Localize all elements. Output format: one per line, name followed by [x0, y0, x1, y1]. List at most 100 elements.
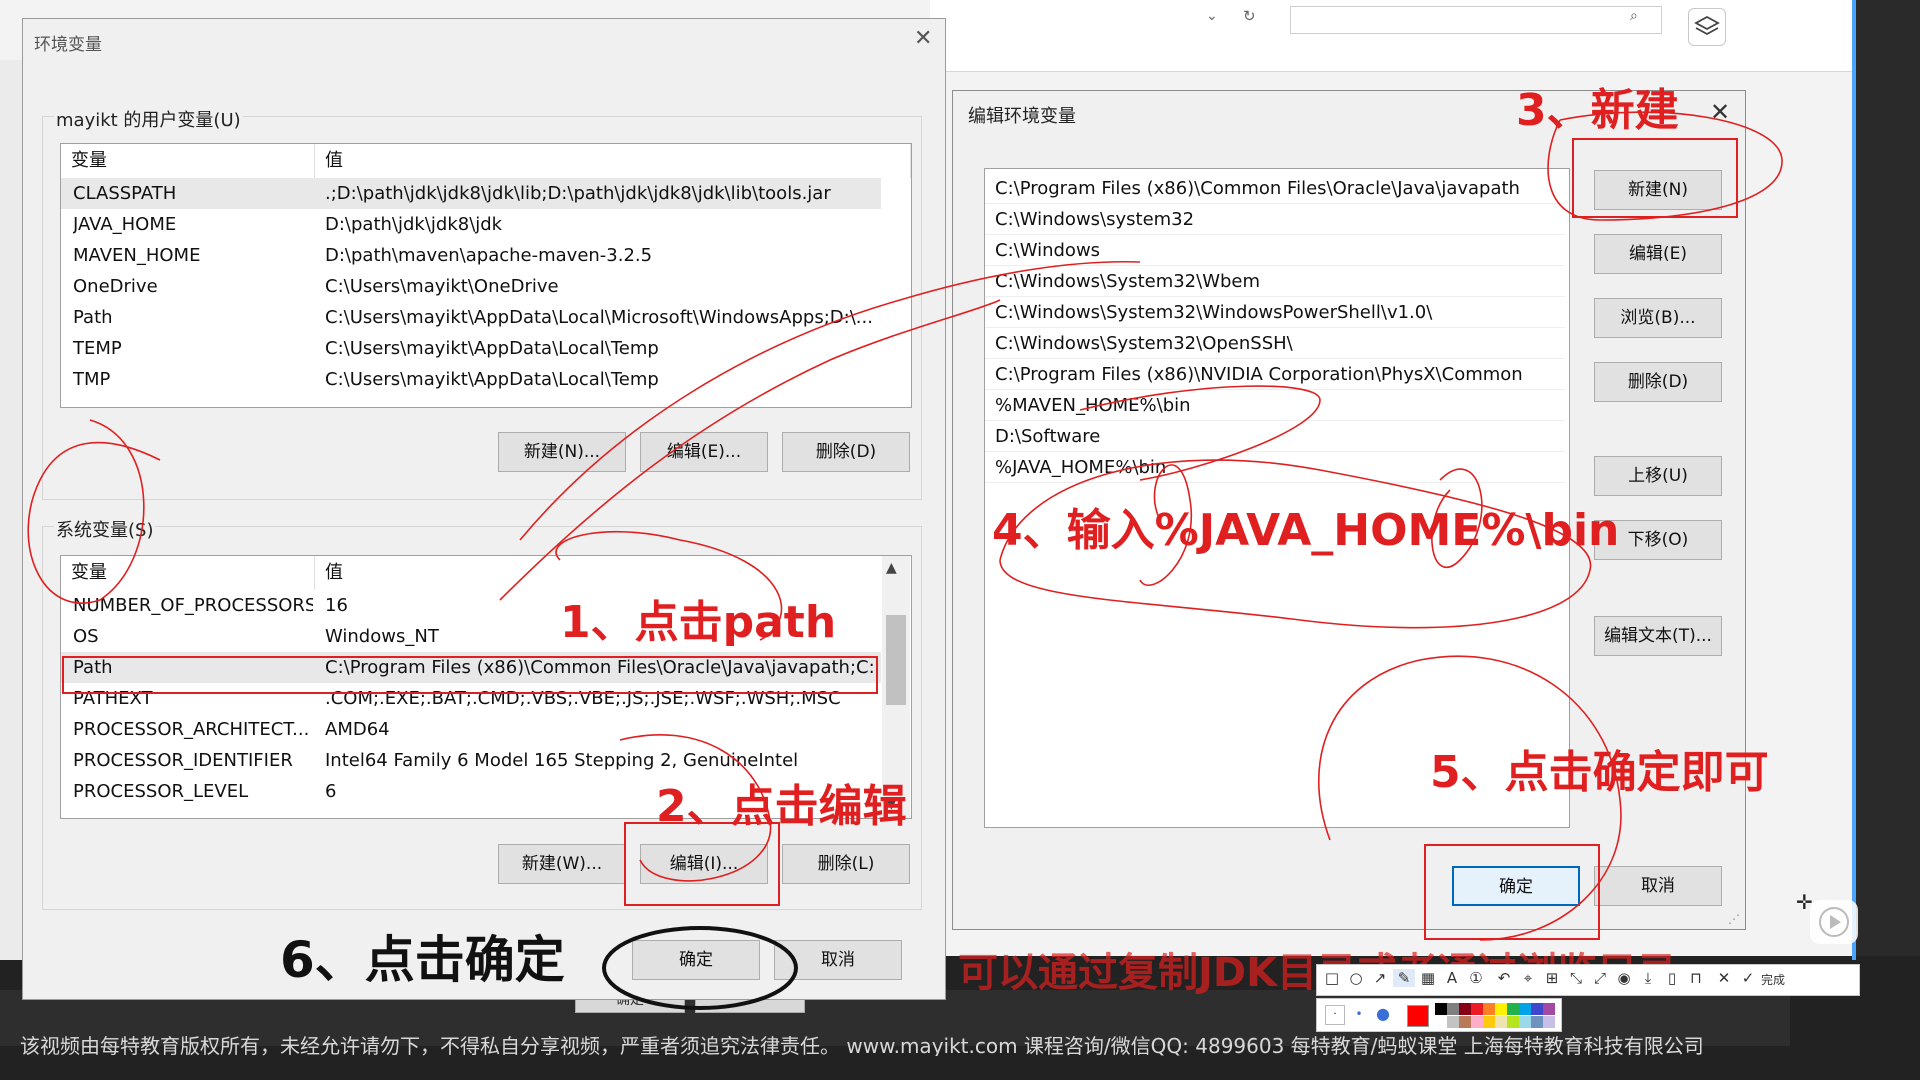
step1-annotation: 1、点击path	[560, 597, 837, 648]
move-up-button[interactable]: 上移(U)	[1594, 456, 1722, 496]
arrow-icon[interactable]: ↗	[1369, 969, 1391, 987]
edit-dialog-title: 编辑环境变量	[968, 106, 1076, 127]
user-delete-button[interactable]: 删除(D)	[782, 432, 910, 472]
color-swatch[interactable]	[1507, 1003, 1519, 1015]
current-color-swatch[interactable]	[1407, 1005, 1429, 1027]
table-row[interactable]: OneDrive C:\Users\mayikt\OneDrive	[61, 271, 881, 302]
user-vars-label: mayikt 的用户变量(U)	[54, 106, 243, 132]
list-item[interactable]: %MAVEN_HOME%\bin	[985, 390, 1565, 421]
color-swatch[interactable]	[1435, 1003, 1447, 1015]
pin-icon[interactable]: ⌖	[1517, 969, 1539, 987]
record-icon[interactable]: ◉	[1613, 969, 1635, 987]
color-swatch[interactable]	[1471, 1016, 1483, 1028]
color-swatch[interactable]	[1435, 1016, 1447, 1028]
column-header-value[interactable]: 值	[315, 556, 885, 590]
text-icon[interactable]: A	[1441, 969, 1463, 987]
user-vars-list[interactable]: 变量 值 CLASSPATH .;D:\path\jdk\jdk8\jdk\lib…	[60, 143, 912, 408]
resize-grip-icon[interactable]: ⋰	[1728, 912, 1740, 926]
color-swatch[interactable]	[1531, 1016, 1543, 1028]
bookmark-icon[interactable]: ⊓	[1685, 969, 1707, 987]
size-large-icon[interactable]: ●	[1373, 1005, 1393, 1025]
swatch-grid	[1435, 1003, 1557, 1029]
close-icon[interactable]: ✕	[1713, 969, 1735, 987]
color-swatch[interactable]	[1507, 1016, 1519, 1028]
color-swatch[interactable]	[1519, 1003, 1531, 1015]
check-icon[interactable]: ✓	[1737, 969, 1759, 987]
sys-new-button[interactable]: 新建(W)...	[498, 844, 626, 884]
color-swatch[interactable]	[1483, 1003, 1495, 1015]
table-row[interactable]: TMP C:\Users\mayikt\AppData\Local\Temp	[61, 364, 881, 395]
play-icon[interactable]	[1810, 900, 1858, 944]
list-item[interactable]: C:\Windows\System32\OpenSSH\	[985, 328, 1565, 359]
undo-icon[interactable]: ↶	[1493, 969, 1515, 987]
list-item[interactable]: C:\Windows\system32	[985, 204, 1565, 235]
table-row[interactable]: MAVEN_HOME D:\path\maven\apache-maven-3.2…	[61, 240, 881, 271]
download-icon[interactable]: ⤓	[1637, 969, 1659, 987]
edit-browse-button[interactable]: 浏览(B)...	[1594, 298, 1722, 338]
highlight-ok-button	[1424, 844, 1600, 940]
color-swatch[interactable]	[1543, 1016, 1555, 1028]
edit-edit-button[interactable]: 编辑(E)	[1594, 234, 1722, 274]
step5-annotation: 5、点击确定即可	[1430, 747, 1769, 798]
layers-icon[interactable]	[1688, 8, 1726, 46]
screenshot-toolbar: □ ○ ↗ ✎ ▦ A ① ↶ ⌖ ⊞ ⤡ ⤢ ◉ ⤓ ▯ ⊓ ✕ ✓ 完成	[1316, 964, 1860, 996]
table-row[interactable]: TEMP C:\Users\mayikt\AppData\Local\Temp	[61, 333, 881, 364]
ellipse-icon[interactable]: ○	[1345, 969, 1367, 987]
column-header-name[interactable]: 变量	[61, 144, 315, 178]
translate-icon[interactable]: ⤢	[1589, 969, 1611, 987]
list-item[interactable]: D:\Software	[985, 421, 1565, 452]
edit-text-button[interactable]: 编辑文本(T)...	[1594, 616, 1722, 656]
env-cancel-button[interactable]: 取消	[774, 940, 902, 980]
user-new-button[interactable]: 新建(N)...	[498, 432, 626, 472]
color-swatch[interactable]	[1543, 1003, 1555, 1015]
ocr-icon[interactable]: ⊞	[1541, 969, 1563, 987]
table-row[interactable]: JAVA_HOME D:\path\jdk\jdk8\jdk	[61, 209, 881, 240]
highlight-path-row	[62, 656, 878, 694]
background-search-box[interactable]	[1290, 6, 1662, 34]
color-swatch[interactable]	[1459, 1016, 1471, 1028]
column-header-name[interactable]: 变量	[61, 556, 315, 590]
sys-delete-button[interactable]: 删除(L)	[782, 844, 910, 884]
list-item[interactable]: %JAVA_HOME%\bin	[985, 452, 1565, 483]
color-swatch[interactable]	[1519, 1016, 1531, 1028]
number-icon[interactable]: ①	[1465, 969, 1487, 987]
highlight-new-button	[1572, 138, 1738, 218]
close-icon[interactable]: ✕	[914, 26, 932, 51]
env-ok-button[interactable]: 确定	[632, 940, 760, 980]
edit-cancel-button[interactable]: 取消	[1594, 866, 1722, 906]
color-swatch[interactable]	[1495, 1003, 1507, 1015]
list-item[interactable]: C:\Windows\System32\Wbem	[985, 266, 1565, 297]
color-swatch[interactable]	[1447, 1003, 1459, 1015]
scrollbar-thumb[interactable]	[886, 615, 906, 705]
table-row[interactable]: Path C:\Users\mayikt\AppData\Local\Micros…	[61, 302, 881, 333]
list-item[interactable]: C:\Windows\System32\WindowsPowerShell\v1…	[985, 297, 1565, 328]
user-edit-button[interactable]: 编辑(E)...	[640, 432, 768, 472]
size-medium-icon[interactable]: •	[1349, 1005, 1369, 1025]
color-swatch[interactable]	[1459, 1003, 1471, 1015]
crosshair-cursor-icon: ✛	[1796, 890, 1813, 914]
selection-frame-edge	[1852, 0, 1856, 960]
pen-icon[interactable]: ✎	[1393, 969, 1415, 987]
list-item[interactable]: C:\Program Files (x86)\NVIDIA Corporatio…	[985, 359, 1565, 390]
list-item[interactable]: C:\Windows	[985, 235, 1565, 266]
list-item[interactable]: C:\Program Files (x86)\Common Files\Orac…	[985, 173, 1565, 204]
crop-icon[interactable]: ⤡	[1565, 969, 1587, 987]
rectangle-icon[interactable]: □	[1321, 969, 1343, 987]
table-row[interactable]: PROCESSOR_ARCHITECT... AMD64	[61, 714, 881, 745]
close-icon[interactable]: ✕	[1710, 98, 1730, 126]
scroll-up-icon[interactable]: ▲	[886, 560, 897, 576]
save-icon[interactable]: ▯	[1661, 969, 1683, 987]
color-swatch[interactable]	[1495, 1016, 1507, 1028]
done-button[interactable]: 完成	[1761, 971, 1785, 988]
mosaic-icon[interactable]: ▦	[1417, 969, 1439, 987]
edit-delete-button[interactable]: 删除(D)	[1594, 362, 1722, 402]
column-header-value[interactable]: 值	[315, 144, 911, 178]
size-small-icon[interactable]: ·	[1325, 1005, 1345, 1025]
color-swatch[interactable]	[1471, 1003, 1483, 1015]
table-row[interactable]: CLASSPATH .;D:\path\jdk\jdk8\jdk\lib;D:\p…	[61, 178, 881, 209]
color-swatch[interactable]	[1483, 1016, 1495, 1028]
color-swatch[interactable]	[1531, 1003, 1543, 1015]
color-palette: · • ●	[1316, 998, 1562, 1032]
step4-annotation: 4、输入%JAVA_HOME%\bin	[992, 505, 1620, 556]
color-swatch[interactable]	[1447, 1016, 1459, 1028]
